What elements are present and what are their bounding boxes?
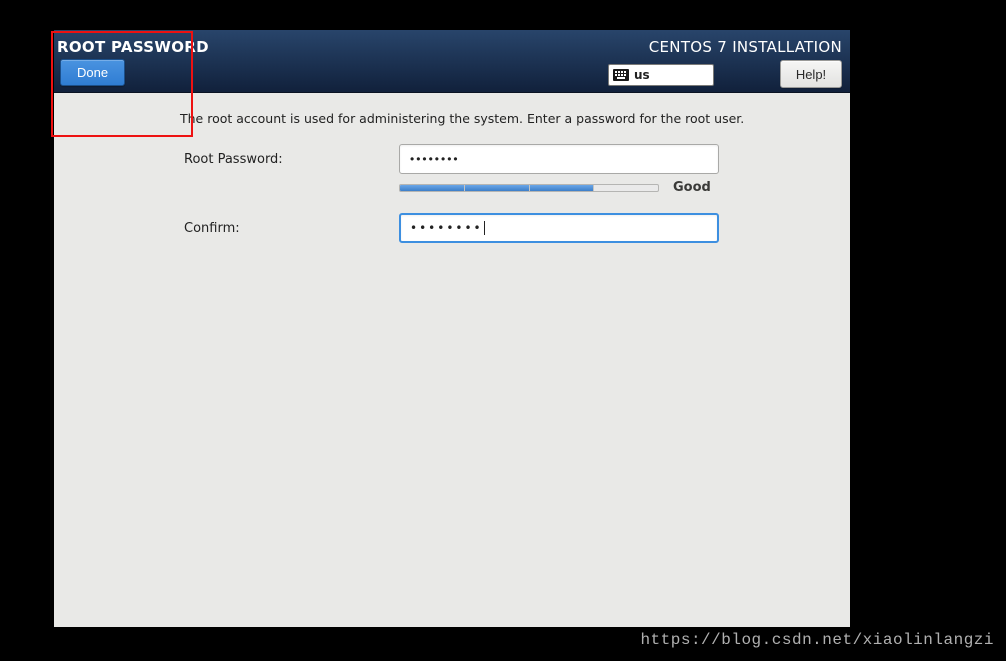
product-title: CENTOS 7 INSTALLATION	[649, 38, 842, 56]
root-password-row: Root Password:	[54, 144, 850, 174]
confirm-password-value: ••••••••	[410, 221, 483, 235]
content-area: The root account is used for administeri…	[54, 93, 850, 627]
page-title: ROOT PASSWORD	[57, 38, 209, 56]
root-password-label: Root Password:	[184, 152, 399, 167]
password-strength-row: Good	[54, 180, 850, 195]
installer-window: ROOT PASSWORD Done CENTOS 7 INSTALLATION	[54, 30, 850, 627]
root-password-input[interactable]	[399, 144, 719, 174]
keyboard-icon	[613, 69, 629, 81]
header-bar: ROOT PASSWORD Done CENTOS 7 INSTALLATION	[54, 30, 850, 93]
description-text: The root account is used for administeri…	[54, 111, 850, 144]
done-button[interactable]: Done	[60, 59, 125, 86]
password-strength-meter	[399, 184, 659, 192]
help-button[interactable]: Help!	[780, 60, 842, 88]
keyboard-layout-label: us	[634, 68, 650, 82]
confirm-password-input[interactable]: ••••••••	[399, 213, 719, 243]
confirm-label: Confirm:	[184, 221, 399, 236]
watermark-text: https://blog.csdn.net/xiaolinlangzi	[640, 631, 994, 649]
text-cursor-icon	[484, 221, 485, 235]
keyboard-layout-selector[interactable]: us	[608, 64, 714, 86]
password-strength-label: Good	[673, 180, 711, 195]
confirm-row: Confirm: ••••••••	[54, 213, 850, 243]
